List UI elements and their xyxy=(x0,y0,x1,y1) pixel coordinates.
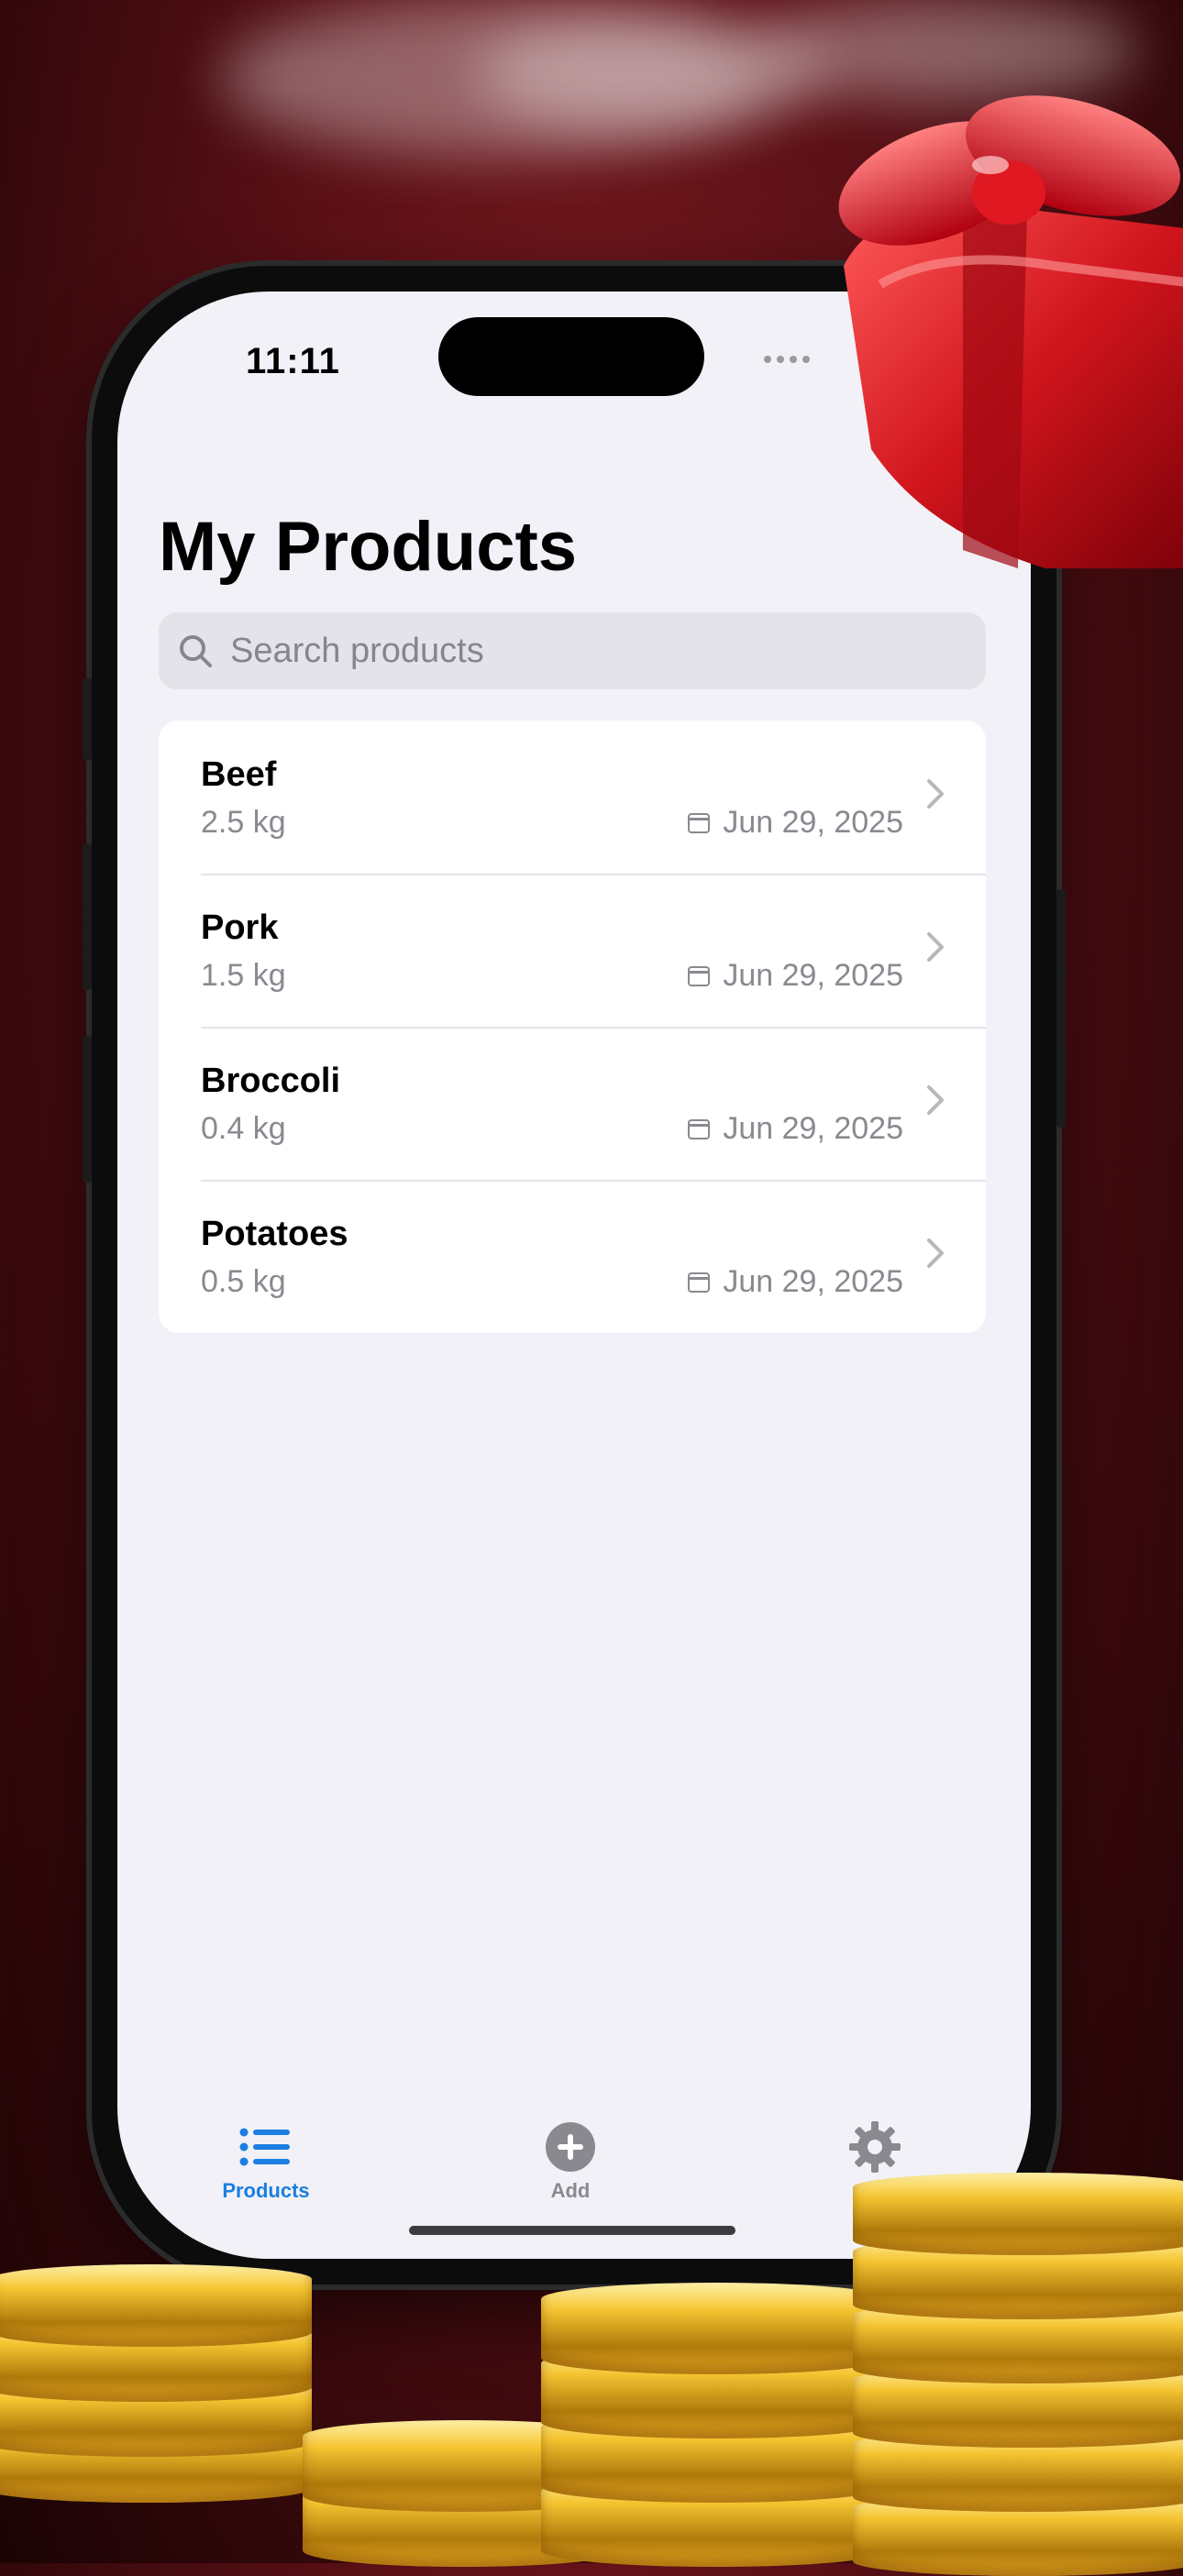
phone-frame: 11:11 My Products Beef 2.5 kg Jun 29, 20… xyxy=(83,266,1066,2284)
chevron-right-icon xyxy=(927,779,944,809)
product-weight: 0.5 kg xyxy=(201,1264,286,1299)
tab-products[interactable]: Products xyxy=(174,2125,358,2203)
calendar-icon xyxy=(688,965,711,986)
product-date-text: Jun 29, 2025 xyxy=(723,1264,903,1299)
tab-label: Products xyxy=(222,2179,310,2202)
app-screen: 11:11 My Products Beef 2.5 kg Jun 29, 20… xyxy=(117,292,1031,2259)
product-date-text: Jun 29, 2025 xyxy=(723,805,903,840)
product-row-potatoes[interactable]: Potatoes 0.5 kg Jun 29, 2025 xyxy=(159,1180,986,1333)
action-button xyxy=(83,678,92,761)
product-weight: 2.5 kg xyxy=(201,805,286,840)
signal-dots-icon xyxy=(764,356,810,363)
product-date: Jun 29, 2025 xyxy=(688,1264,903,1300)
volume-up-button xyxy=(83,843,92,990)
product-name: Potatoes xyxy=(201,1215,348,1253)
volume-down-button xyxy=(83,1036,92,1183)
product-date-text: Jun 29, 2025 xyxy=(723,958,903,993)
product-name: Beef xyxy=(201,755,277,794)
page-title: My Products xyxy=(159,508,578,586)
status-time: 11:11 xyxy=(246,341,340,381)
tab-add[interactable]: Add xyxy=(479,2122,662,2203)
list-icon xyxy=(239,2128,290,2166)
product-name: Pork xyxy=(201,908,279,947)
chevron-right-icon xyxy=(927,1085,944,1115)
product-row-broccoli[interactable]: Broccoli 0.4 kg Jun 29, 2025 xyxy=(159,1027,986,1180)
calendar-icon xyxy=(688,812,711,833)
product-list: Beef 2.5 kg Jun 29, 2025 Pork 1.5 kg Jun… xyxy=(159,721,986,1333)
chevron-right-icon xyxy=(927,1238,944,1268)
plus-circle-icon xyxy=(546,2122,595,2172)
calendar-icon xyxy=(688,1271,711,1293)
product-weight: 1.5 kg xyxy=(201,958,286,993)
product-date: Jun 29, 2025 xyxy=(688,958,903,994)
product-date-text: Jun 29, 2025 xyxy=(723,1111,903,1146)
product-weight: 0.4 kg xyxy=(201,1111,286,1146)
dynamic-island xyxy=(438,317,704,396)
power-button xyxy=(1056,889,1066,1128)
gear-icon xyxy=(849,2121,901,2173)
search-icon xyxy=(180,635,212,667)
product-name: Broccoli xyxy=(201,1062,341,1100)
product-date: Jun 29, 2025 xyxy=(688,1111,903,1147)
product-row-beef[interactable]: Beef 2.5 kg Jun 29, 2025 xyxy=(159,721,986,874)
search-input[interactable] xyxy=(228,630,929,672)
home-indicator[interactable] xyxy=(409,2226,735,2235)
tab-label: Add xyxy=(550,2179,591,2202)
product-row-pork[interactable]: Pork 1.5 kg Jun 29, 2025 xyxy=(159,874,986,1027)
chevron-right-icon xyxy=(927,932,944,962)
product-date: Jun 29, 2025 xyxy=(688,805,903,841)
gift-box-decoration xyxy=(838,95,1183,568)
calendar-icon xyxy=(688,1118,711,1139)
search-bar[interactable] xyxy=(159,612,986,689)
